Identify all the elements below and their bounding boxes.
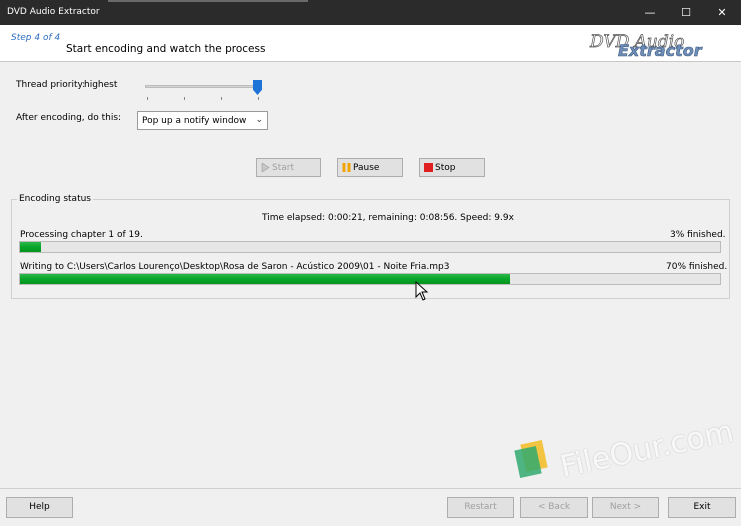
watermark: FileOur.com	[513, 414, 737, 488]
title-bar-strip	[108, 0, 308, 2]
chapter-progress-bar	[19, 241, 721, 253]
stop-icon	[424, 163, 433, 172]
back-button[interactable]: < Back	[520, 497, 588, 518]
maximize-button[interactable]: ☐	[668, 0, 704, 25]
pause-button[interactable]: Pause	[337, 158, 403, 177]
watermark-text: FileOur.com	[557, 414, 737, 485]
chapter-status: Processing chapter 1 of 19.	[20, 230, 143, 240]
window-title: DVD Audio Extractor	[7, 7, 100, 17]
app-logo: DVD Audio Extractor	[589, 32, 703, 60]
minimize-button[interactable]: —	[632, 0, 668, 25]
wizard-header: Step 4 of 4 Start encoding and watch the…	[0, 25, 741, 62]
after-encoding-label: After encoding, do this:	[16, 113, 122, 123]
start-button[interactable]: Start	[256, 158, 321, 177]
slider-tick	[184, 97, 185, 100]
writing-percent: 70% finished.	[666, 262, 728, 272]
pause-button-label: Pause	[353, 163, 380, 173]
after-encoding-value: Pop up a notify window	[142, 116, 247, 126]
restart-button[interactable]: Restart	[447, 497, 514, 518]
chevron-down-icon: ⌄	[255, 115, 263, 125]
time-status: Time elapsed: 0:00:21, remaining: 0:08:5…	[262, 213, 514, 223]
step-indicator: Step 4 of 4	[11, 33, 61, 43]
encoding-status-label: Encoding status	[17, 194, 93, 204]
after-encoding-select[interactable]: Pop up a notify window ⌄	[137, 111, 268, 130]
title-bar: DVD Audio Extractor — ☐ ✕	[0, 0, 741, 25]
logo-text-extractor: Extractor	[618, 41, 703, 60]
writing-progress-fill	[20, 274, 510, 284]
thread-priority-value: highest	[84, 80, 118, 90]
slider-tick	[258, 97, 259, 100]
slider-tick	[147, 97, 148, 100]
slider-thumb[interactable]	[253, 80, 262, 95]
writing-progress-bar	[19, 273, 721, 285]
start-button-label: Start	[272, 163, 294, 173]
help-button[interactable]: Help	[6, 497, 73, 518]
app-window: DVD Audio Extractor — ☐ ✕ Step 4 of 4 St…	[0, 0, 741, 526]
page-title: Start encoding and watch the process	[66, 43, 266, 55]
pause-icon	[342, 163, 351, 172]
watermark-logo-icon	[514, 440, 548, 478]
writing-status: Writing to C:\Users\Carlos Lourenço\Desk…	[20, 262, 450, 272]
exit-button[interactable]: Exit	[668, 497, 736, 518]
close-button[interactable]: ✕	[704, 0, 740, 25]
next-button[interactable]: Next >	[592, 497, 659, 518]
stop-button-label: Stop	[435, 163, 456, 173]
chapter-percent: 3% finished.	[670, 230, 726, 240]
stop-button[interactable]: Stop	[419, 158, 485, 177]
thread-priority-slider[interactable]	[145, 85, 261, 88]
mouse-cursor-icon	[415, 281, 429, 301]
thread-priority-label: Thread priority:	[16, 80, 86, 90]
slider-tick	[221, 97, 222, 100]
play-icon	[261, 163, 270, 172]
footer-divider	[0, 488, 741, 489]
chapter-progress-fill	[20, 242, 41, 252]
